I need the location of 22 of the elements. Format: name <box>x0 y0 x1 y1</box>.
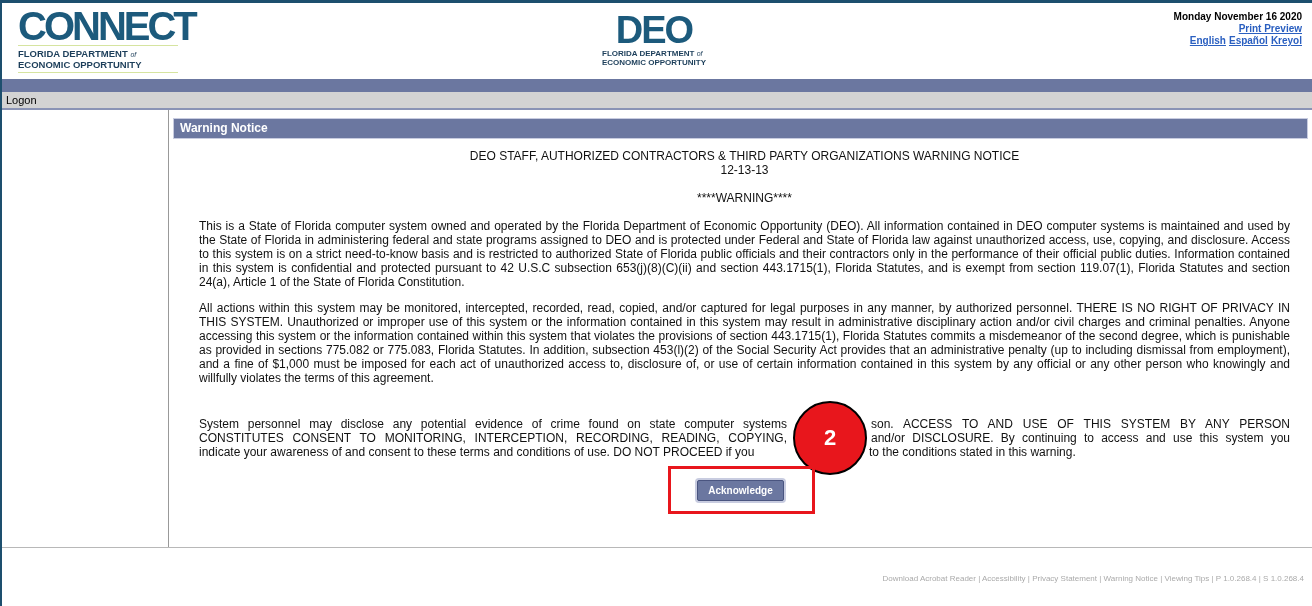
language-link[interactable]: English <box>1189 35 1226 47</box>
notice-text-line: CONSTITUTES CONSENT TO MONITORING, INTERCEPTION, RECORDING, READING, COPYING, <box>199 431 787 445</box>
notice-paragraph: This is a State of Florida computer system owned and operated by the Florida Department of Economic Opportunity (DEO). All information contained in DEO computer systems is maintained and used by the State of Florida in administering federal and state programs assigned to DEO and is protected under Federal and State of Florida law against unauthorized access, use, copying, and disclosure. Access to this system is on a strict need-to-know basis and is restricted to authorized State of Florida public officials and their contractors only in the performance of their official public duties. Information contained in this system is confidential and protected pursuant to 42 U.S.C subsection 653(j)(8)(C)(ii) and section 443.1715(1), Florida Statutes, and is exempt from section 119.07(1), Florida Statutes and section 24(a), Article 1 of the State of Florida Constitution. <box>199 219 1290 289</box>
notice-text-line: and/or DISCLOSURE. By continuing to access and use this system you <box>871 431 1290 445</box>
notice-paragraph: All actions within this system may be monitored, intercepted, recorded, read, copied, and/or captured for legal purposes in any manner, by authorized personnel. THERE IS NO RIGHT OF PRIVACY IN THIS SYSTEM. Unauthorized or improper use of this system or the information contained in this system may result in administrative disciplinary action and/or civil charges and criminal penalties. Anyone accessing this system or the information contained within this system that violates the provisions of section 443.1715(1), Florida Statutes commits a misdemeanor of the second degree, which is punishable as provided in sections 775.082 or 775.083, Florida Statutes. In addition, subsection 453(l)(2) of the Social Security Act provides that an administrative penalty (up to including dismissal from employment), and a fine of $1,000 must be imposed for each act of unauthorized access to, disclosure of, or use of certain information contained in this system by any official or any other person who knowingly and willfully violates the terms of this agreement. <box>199 301 1290 385</box>
acknowledge-button[interactable]: Acknowledge <box>697 480 784 501</box>
notice-text-line: to the conditions stated in this warning. <box>869 445 1077 459</box>
print-preview-link[interactable]: Print Preview <box>1238 23 1302 35</box>
logo-wordmark: CONNECT <box>18 7 195 45</box>
breadcrumb-bar: Logon <box>2 92 1312 110</box>
language-link[interactable]: Español <box>1228 35 1268 47</box>
panel-title: Warning Notice <box>173 118 1308 139</box>
notice-text-line: indicate your awareness of and consent to these terms and conditions of use. DO NOT PROCEED if you <box>199 445 756 459</box>
notice-text-line: son. ACCESS TO AND USE OF THIS SYSTEM BY ANY PERSON <box>871 417 1290 431</box>
logo-wordmark: DEO <box>615 11 693 49</box>
notice-heading: DEO STAFF, AUTHORIZED CONTRACTORS & THIRD PARTY ORGANIZATIONS WARNING NOTICE <box>468 149 1021 163</box>
notice-heading: 12-13-13 <box>719 163 770 177</box>
warning-label: ****WARNING**** <box>696 191 793 205</box>
date-text: Monday November 16 2020 <box>1173 11 1302 23</box>
notice-text-line: System personnel may disclose any potential evidence of crime found on state computer systems <box>199 417 787 431</box>
language-link[interactable]: Kreyol <box>1270 35 1302 47</box>
step-callout: 2 <box>793 401 867 475</box>
